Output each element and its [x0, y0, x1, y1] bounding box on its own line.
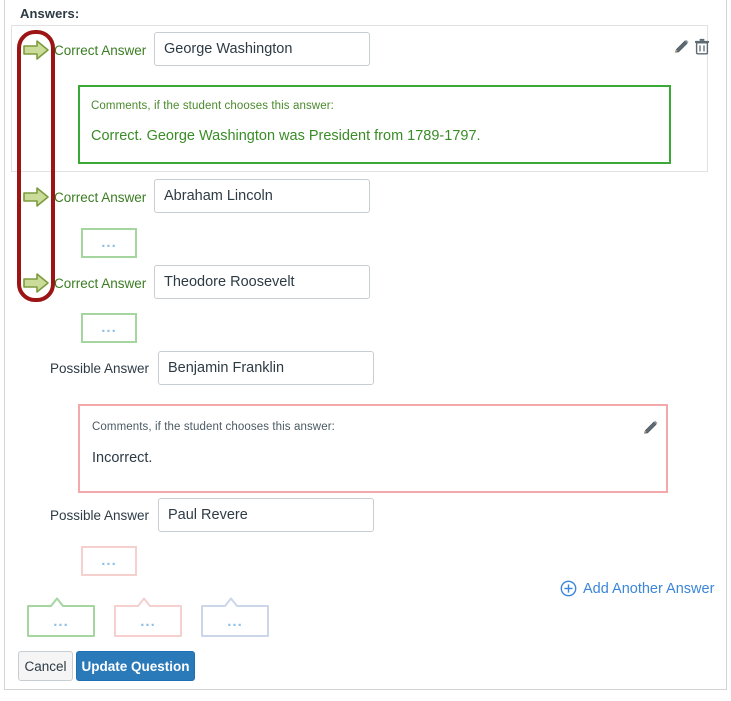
answers-section-title: Answers: [20, 6, 80, 21]
answer-type-label-5: Possible Answer [50, 507, 150, 523]
answer-text-input-2[interactable] [154, 179, 370, 213]
answer-row-4: Possible Answer [50, 351, 149, 385]
edit-answer-icon-1[interactable] [673, 38, 691, 56]
answer-row-3: Correct Answer [22, 266, 146, 300]
green-arrow-icon [22, 39, 50, 61]
green-arrow-icon [22, 272, 50, 294]
comment-text-4: Incorrect. [92, 450, 153, 466]
answer-comment-collapsed-2[interactable]: ... [81, 228, 137, 258]
answer-type-label-2: Correct Answer [54, 189, 147, 205]
ellipsis-label: ... [140, 613, 156, 630]
update-question-button[interactable]: Update Question [76, 651, 195, 681]
answer-comment-collapsed-5[interactable]: ... [81, 546, 137, 576]
general-comment-incorrect[interactable]: ... [114, 597, 182, 637]
answer-row-5: Possible Answer [50, 498, 149, 532]
comment-hint-1: Comments, if the student chooses this an… [91, 100, 334, 112]
cancel-button[interactable]: Cancel [18, 651, 73, 681]
general-comment-correct[interactable]: ... [27, 597, 95, 637]
answer-row-1: Correct Answer [22, 33, 146, 67]
ellipsis-label: ... [227, 613, 243, 630]
answer-comment-box-4[interactable]: Comments, if the student chooses this an… [78, 404, 668, 493]
answer-type-label-1: Correct Answer [54, 42, 147, 58]
answer-comment-collapsed-3[interactable]: ... [81, 313, 137, 343]
answer-text-input-3[interactable] [154, 265, 370, 299]
add-another-answer-label: Add Another Answer [583, 580, 715, 597]
general-comment-neutral[interactable]: ... [201, 597, 269, 637]
answer-row-2: Correct Answer [22, 180, 146, 214]
delete-answer-icon-1[interactable] [694, 38, 712, 56]
edit-comment-icon-4[interactable] [642, 419, 660, 437]
ellipsis-label: ... [101, 319, 117, 336]
add-another-answer-link[interactable]: Add Another Answer [560, 580, 714, 597]
answer-type-label-3: Correct Answer [54, 275, 147, 291]
answer-text-input-5[interactable] [158, 498, 374, 532]
comment-hint-4: Comments, if the student chooses this an… [92, 421, 335, 433]
answer-text-input-4[interactable] [158, 351, 374, 385]
green-arrow-icon [22, 186, 50, 208]
answer-text-input-1[interactable] [154, 32, 370, 66]
circle-plus-icon [560, 580, 577, 597]
ellipsis-label: ... [101, 552, 117, 569]
quiz-answers-editor: Answers: Correct Answer Comments, if the… [0, 0, 731, 701]
comment-text-1: Correct. George Washington was President… [91, 128, 481, 144]
answer-comment-box-1[interactable]: Comments, if the student chooses this an… [78, 85, 671, 164]
answer-type-label-4: Possible Answer [50, 360, 150, 376]
ellipsis-label: ... [53, 613, 69, 630]
ellipsis-label: ... [101, 234, 117, 251]
